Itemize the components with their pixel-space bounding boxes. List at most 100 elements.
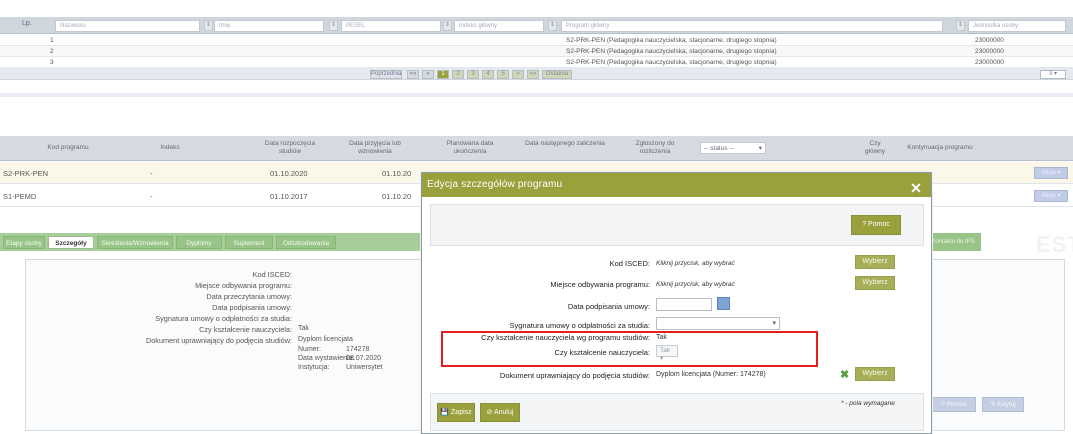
data-podpisania-label: Data podpisania umowy:: [567, 302, 650, 311]
calendar-icon[interactable]: [717, 297, 730, 310]
program-data-rozp: 01.10.2020: [270, 169, 308, 178]
pagination: Poprzednia «« « 1 2 3 4 5 » »» Ostatnia …: [0, 68, 1073, 80]
tab-dyplomy[interactable]: Dyplomy: [176, 236, 222, 249]
page-2-button[interactable]: 2: [452, 70, 464, 79]
row-unit: 23000000: [975, 37, 1004, 44]
col-nastepne: Data następnego zaliczenia: [525, 140, 605, 147]
sort-icon[interactable]: ⇕: [956, 20, 965, 31]
col-glowny: Czy główny: [864, 140, 886, 155]
status-select[interactable]: -- status -- ▾: [700, 142, 766, 154]
row-lp: 3: [50, 59, 54, 66]
dialog-footer: 💾 Zapisz ⊘ Anuluj * - pola wymagane: [430, 393, 924, 431]
name-filter[interactable]: Imię: [214, 20, 324, 32]
sort-icon[interactable]: ⇕: [443, 20, 452, 31]
lp-header: Lp.: [22, 20, 32, 27]
detail-sygnatura-label: Sygnatura umowy o odpłatności za studia:: [155, 314, 292, 323]
detail-podpisania-label: Data podpisania umowy:: [212, 303, 292, 312]
col-planowana: Planowana data ukończenia: [446, 140, 494, 155]
chevron-down-icon: ▾: [758, 145, 762, 152]
detail-miejsce-label: Miejsce odbywania programu:: [195, 281, 292, 290]
required-note: * - pola wymagane: [841, 400, 895, 407]
detail-dokument-label: Dokument uprawniający do podjęcia studió…: [145, 336, 292, 345]
last-label[interactable]: Ostatnia: [542, 70, 572, 79]
last-page-button[interactable]: »»: [527, 70, 539, 79]
isced-label: Kod ISCED:: [609, 259, 650, 268]
program-data-rozp: 01.10.2017: [270, 192, 308, 201]
table-row[interactable]: 1 S2-PRK-PEN (Pedagogika nauczycielska, …: [0, 35, 1073, 46]
page-1-button[interactable]: 1: [437, 70, 449, 79]
dialog-form: Kod ISCED: Kliknij przycisk, aby wybrać …: [430, 250, 924, 389]
sort-icon[interactable]: ⇕: [204, 20, 213, 31]
next-page-button[interactable]: »: [512, 70, 524, 79]
isced-value: Kliknij przycisk, aby wybrać: [656, 260, 735, 267]
prev-page-button[interactable]: Poprzednia: [370, 70, 402, 79]
sort-icon[interactable]: ⇕: [329, 20, 338, 31]
data-podpisania-input[interactable]: [656, 298, 712, 311]
page-5-button[interactable]: 5: [497, 70, 509, 79]
row-lp: 1: [50, 37, 54, 44]
detail-isced-label: Kod ISCED:: [252, 270, 292, 279]
cancel-button[interactable]: ⊘ Anuluj: [480, 403, 520, 422]
tab-odszkodowania[interactable]: Odszkodowania: [276, 236, 336, 249]
detail-przeczytania-label: Data przeczytania umowy:: [206, 292, 292, 301]
detail-instytucja-value: Uniwersytet: [346, 364, 383, 371]
ghost-text: EST: [1036, 232, 1073, 257]
divider: [0, 93, 1073, 97]
edit-program-dialog: Edycja szczegółów programu ✕ ? Pomoc Kod…: [421, 172, 932, 434]
tab-kontakt[interactable]: Kontaktu do IPS: [925, 233, 981, 251]
detail-ksztalcenie-label: Czy kształcenie nauczyciela:: [199, 325, 292, 334]
detail-data-wyst-value: 08.07.2020: [346, 355, 382, 362]
pesel-filter[interactable]: PESEL: [341, 20, 441, 32]
row-unit: 23000000: [975, 59, 1004, 66]
sort-icon[interactable]: ⇕: [548, 20, 557, 31]
index-filter[interactable]: Indeks główny: [454, 20, 544, 32]
dialog-title-bar: Edycja szczegółów programu ✕: [422, 173, 931, 197]
chevron-down-icon: ▾: [772, 320, 776, 327]
tab-szczegoly[interactable]: Szczegóły: [48, 236, 94, 249]
sygnatura-select[interactable]: ▾: [656, 317, 780, 330]
status-placeholder: -- status --: [704, 145, 734, 152]
miejsce-label: Miejsce odbywania programu:: [550, 280, 650, 289]
surname-filter[interactable]: Nazwisko: [55, 20, 200, 32]
detail-ksztalcenie-value: Tak: [298, 325, 309, 332]
row-lp: 2: [50, 48, 54, 55]
col-indeks: Indeks: [160, 144, 180, 151]
actions-button[interactable]: Akcje ▾: [1034, 190, 1068, 202]
col-kontynuacja: Kontynuacja programu: [907, 144, 973, 151]
page-4-button[interactable]: 4: [482, 70, 494, 79]
program-indeks: -: [150, 169, 153, 178]
page-size-select[interactable]: 3 ▾: [1040, 70, 1066, 79]
choose-miejsce-button[interactable]: Wybierz: [855, 276, 895, 290]
dokument-label: Dokument uprawniający do podjęcia studió…: [499, 371, 650, 380]
row-program: S2-PRK-PEN (Pedagogika nauczycielska, st…: [566, 37, 777, 44]
tab-suplement[interactable]: Suplement: [225, 236, 273, 249]
actions-button[interactable]: Akcje ▾: [1034, 167, 1068, 179]
program-kod: S1-PEMD: [3, 192, 37, 201]
dialog-help-button[interactable]: ? Pomoc: [851, 215, 901, 235]
save-button[interactable]: 💾 Zapisz: [437, 403, 475, 422]
first-page-button[interactable]: ««: [407, 70, 419, 79]
help-button[interactable]: ? Pomoc: [932, 397, 976, 412]
table-row[interactable]: 3 S2-PRK-PEN (Pedagogika nauczycielska, …: [0, 57, 1073, 68]
table-row[interactable]: 2 S2-PRK-PEN (Pedagogika nauczycielska, …: [0, 46, 1073, 57]
detail-numer-value: 174278: [346, 346, 370, 353]
tab-etapy[interactable]: Etapy osoby: [3, 236, 45, 249]
dialog-title: Edycja szczegółów programu: [427, 179, 563, 190]
choose-isced-button[interactable]: Wybierz: [855, 255, 895, 269]
col-kod: Kod programu: [47, 144, 89, 151]
page-size-value: 3: [1048, 71, 1053, 77]
detail-instytucja-label: Instytucja:: [298, 364, 330, 371]
sygnatura-label: Sygnatura umowy o odpłatności za studia:: [509, 321, 651, 330]
choose-dokument-button[interactable]: Wybierz: [855, 367, 895, 381]
program-indeks: -: [150, 192, 153, 201]
back-page-button[interactable]: «: [422, 70, 434, 79]
unit-filter[interactable]: Jednostka osoby: [968, 20, 1066, 32]
col-zgloszony: Zgłoszony do rozliczenia: [635, 140, 675, 155]
page-3-button[interactable]: 3: [467, 70, 479, 79]
clear-icon[interactable]: ✖: [840, 368, 849, 381]
close-icon[interactable]: ✕: [910, 176, 922, 200]
program-filter[interactable]: Program główny: [561, 20, 943, 32]
tab-skreslenia[interactable]: Skreślenia/Wznowienia: [97, 236, 173, 249]
edit-button[interactable]: ✎ Edytuj: [982, 397, 1024, 412]
program-data-przyj: 01.10.20: [382, 192, 412, 201]
